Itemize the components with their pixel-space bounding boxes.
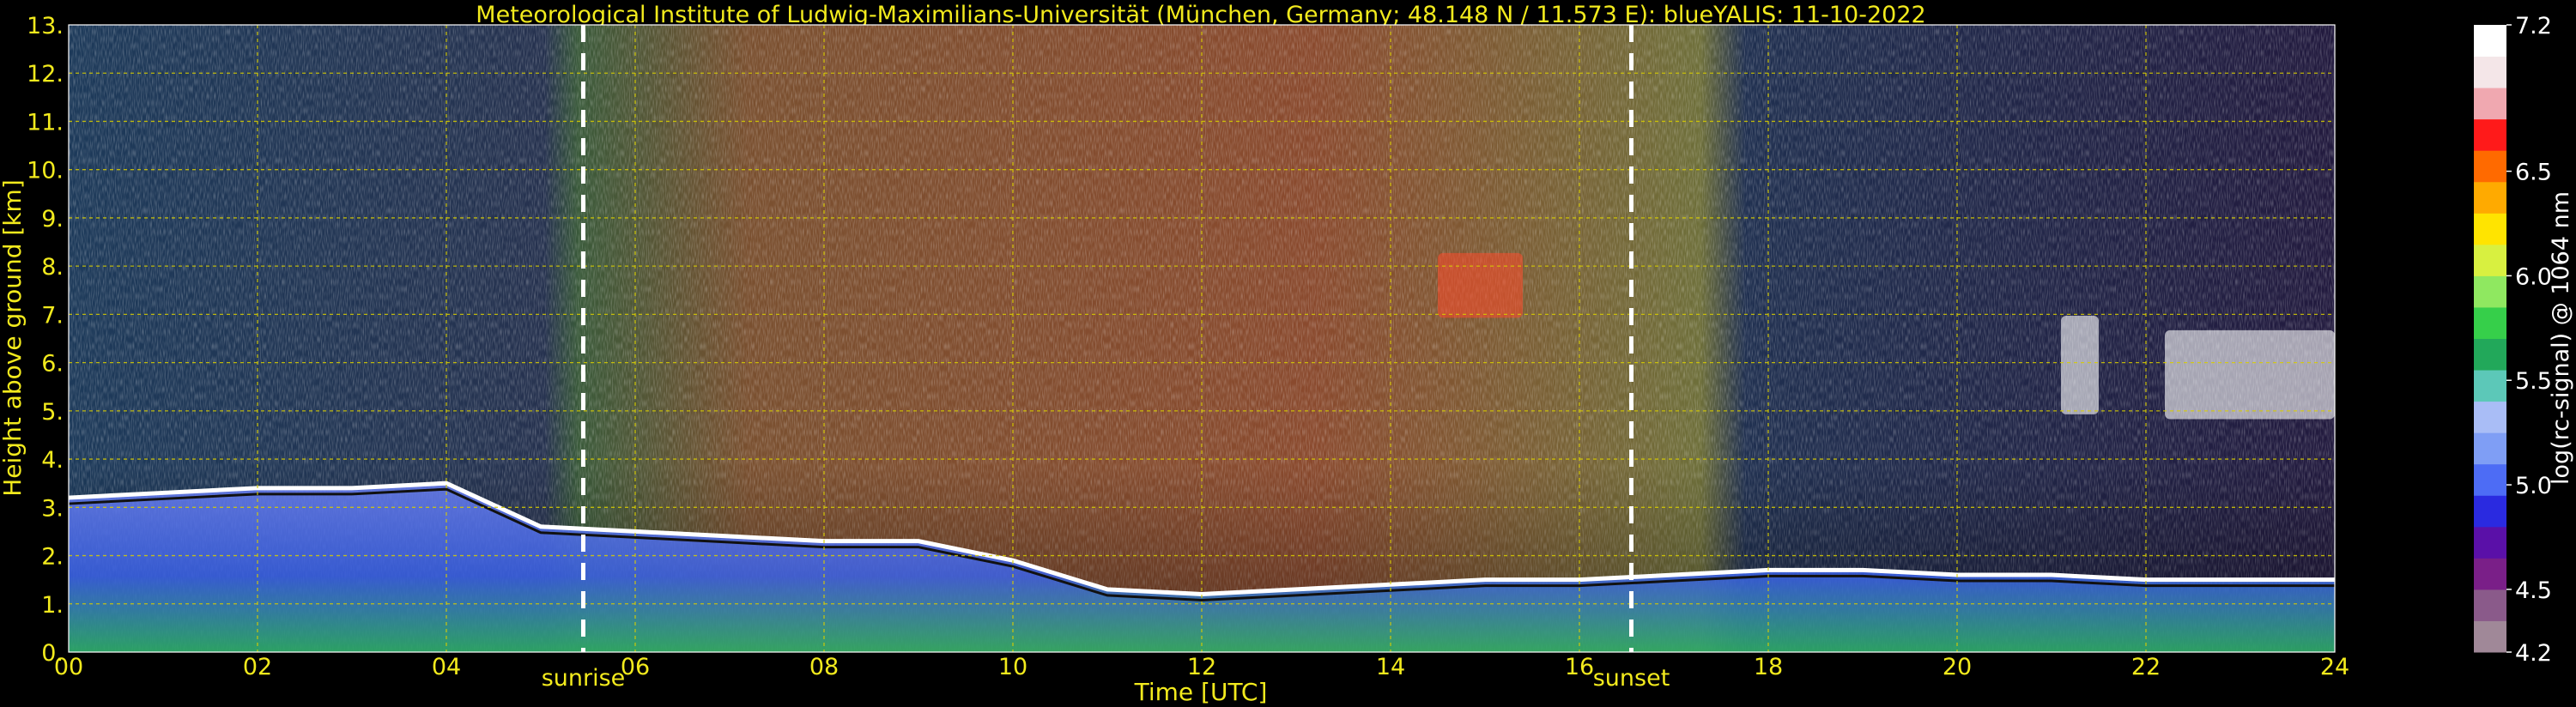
- y-tick-label: 11.: [27, 109, 64, 136]
- x-axis-label: Time [UTC]: [1134, 678, 1268, 706]
- y-tick-label: 9.: [41, 206, 64, 233]
- colorbar-segment: [2474, 338, 2506, 371]
- colorbar-segment: [2474, 150, 2506, 183]
- colorbar-segment: [2474, 118, 2506, 151]
- x-axis-ticks: 00 02 04 06 08 10 12 14 16 18 20 22 24: [54, 654, 2349, 680]
- y-tick-label: 5.: [41, 399, 64, 426]
- colorbar-segment: [2474, 25, 2506, 57]
- event-label-sunset: sunset: [1593, 665, 1670, 692]
- y-axis-label: Height above ground [km]: [0, 179, 27, 497]
- x-tick-label: 14: [1376, 654, 1405, 680]
- colorbar-tick-label: 5.0: [2515, 473, 2552, 499]
- colorbar-tick-label: 6.5: [2515, 160, 2552, 186]
- x-tick-label: 10: [998, 654, 1027, 680]
- cloud-feature-1: [1438, 252, 1523, 318]
- x-tick-label: 22: [2131, 654, 2161, 680]
- x-tick-label: 20: [1943, 654, 1972, 680]
- colorbar-tick-label: 6.0: [2515, 263, 2552, 290]
- colorbar-tick-label: 5.5: [2515, 368, 2552, 395]
- y-tick-label: 1.: [41, 592, 64, 619]
- colorbar-segment: [2474, 56, 2506, 88]
- y-tick-label: 4.: [41, 447, 64, 474]
- colorbar-segment: [2474, 620, 2506, 653]
- y-tick-label: 8.: [41, 254, 64, 281]
- colorbar-segment: [2474, 558, 2506, 590]
- colorbar-segment: [2474, 213, 2506, 245]
- plot-area: sunrise sunset: [68, 24, 2336, 692]
- y-tick-label: 7.: [41, 302, 64, 329]
- x-tick-label: 18: [1754, 654, 1783, 680]
- x-tick-label: 04: [432, 654, 461, 680]
- y-tick-label: 3.: [41, 495, 64, 522]
- colorbar-segment: [2474, 244, 2506, 276]
- colorbar-segment: [2474, 275, 2506, 308]
- colorbar-tick-label: 7.2: [2515, 13, 2552, 39]
- colorbar-segment: [2474, 589, 2506, 621]
- colorbar-segment: [2474, 401, 2506, 433]
- x-tick-label: 06: [621, 654, 650, 680]
- y-tick-label: 6.: [41, 351, 64, 378]
- colorbar-label: log(rc-signal) @ 1064 nm: [2548, 191, 2574, 485]
- colorbar-tick-label: 4.2: [2515, 640, 2552, 667]
- colorbar-tick-label: 4.5: [2515, 577, 2552, 604]
- y-axis-ticks: 0.1.2.3.4.5.6.7.8.9.10.11.12.13.: [27, 13, 64, 667]
- colorbar-segment: [2474, 495, 2506, 528]
- x-tick-label: 00: [54, 654, 83, 680]
- colorbar-segment: [2474, 432, 2506, 465]
- x-tick-label: 08: [809, 654, 839, 680]
- colorbar-segment: [2474, 526, 2506, 559]
- y-tick-label: 2.: [41, 544, 64, 571]
- lidar-figure: Meteorological Institute of Ludwig-Maxim…: [0, 2, 2574, 706]
- x-tick-label: 12: [1187, 654, 1216, 680]
- x-tick-label: 16: [1565, 654, 1594, 680]
- x-tick-label: 24: [2320, 654, 2349, 680]
- colorbar-segment: [2474, 88, 2506, 120]
- colorbar-segment: [2474, 370, 2506, 402]
- colorbar-segment: [2474, 463, 2506, 496]
- colorbar: [2474, 25, 2506, 653]
- x-tick-label: 02: [243, 654, 272, 680]
- cloud-feature-2: [2061, 316, 2099, 414]
- colorbar-ticks: 4.2 4.5 5.0 5.5 6.0 6.5 7.2: [2506, 13, 2552, 667]
- cloud-feature-3: [2165, 329, 2335, 420]
- colorbar-segment: [2474, 181, 2506, 214]
- colorbar-segment: [2474, 306, 2506, 339]
- y-tick-label: 13.: [27, 13, 64, 39]
- chart-title: Meteorological Institute of Ludwig-Maxim…: [476, 2, 1925, 28]
- y-tick-label: 10.: [27, 158, 64, 184]
- event-label-sunrise: sunrise: [542, 665, 626, 692]
- y-tick-label: 12.: [27, 61, 64, 88]
